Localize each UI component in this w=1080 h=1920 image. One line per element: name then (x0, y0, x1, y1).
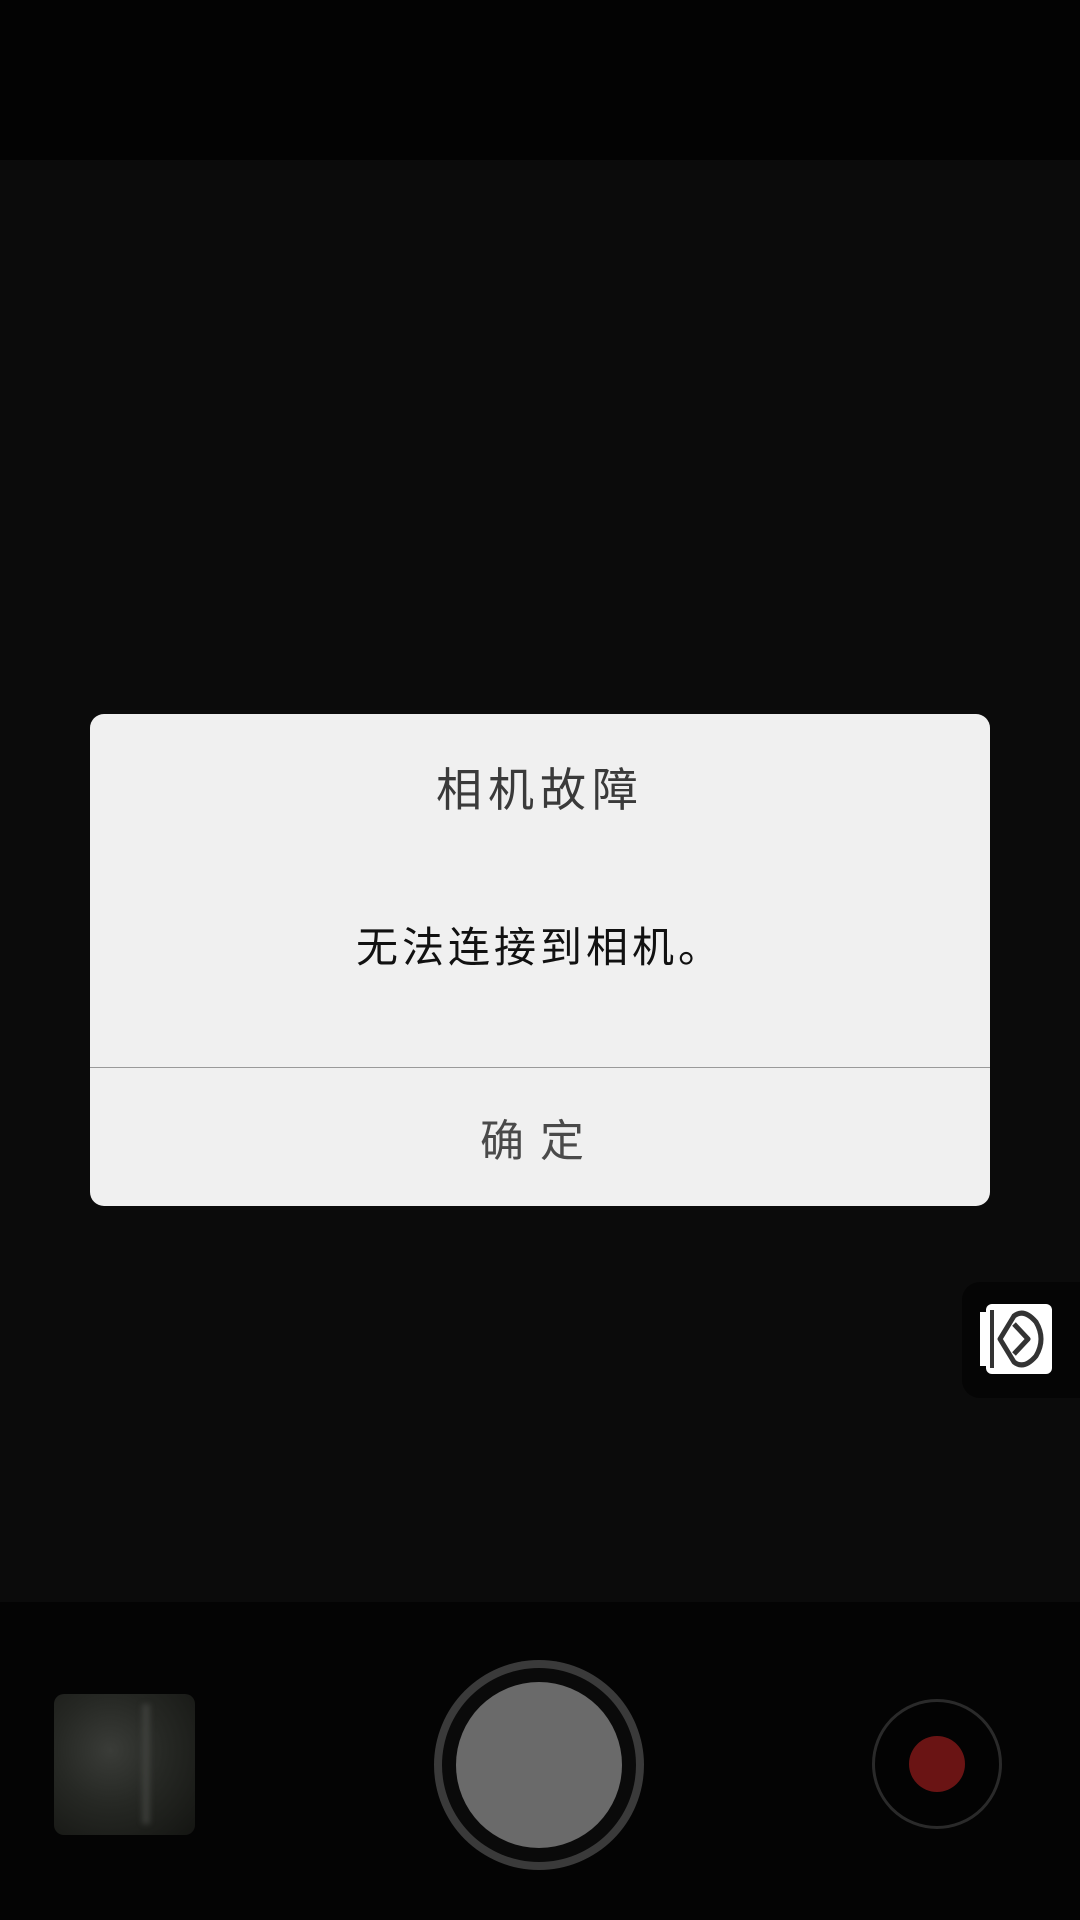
record-icon (909, 1736, 965, 1792)
top-bar (0, 0, 1080, 160)
floating-side-widget[interactable] (962, 1282, 1080, 1398)
camera-screen: 相机故障 无法连接到相机。 确定 (0, 0, 1080, 1920)
record-video-button[interactable] (872, 1699, 1002, 1829)
floating-play-icon (980, 1304, 1052, 1374)
ok-button[interactable]: 确定 (90, 1068, 990, 1206)
gallery-thumbnail[interactable] (54, 1694, 195, 1835)
shutter-icon (456, 1682, 622, 1848)
dialog-message: 无法连接到相机。 (355, 923, 724, 972)
dialog-title: 相机故障 (436, 763, 644, 817)
camera-error-dialog: 相机故障 无法连接到相机。 确定 (90, 714, 990, 1206)
shutter-button[interactable] (434, 1660, 644, 1870)
thumbnail-detail (142, 1704, 150, 1824)
